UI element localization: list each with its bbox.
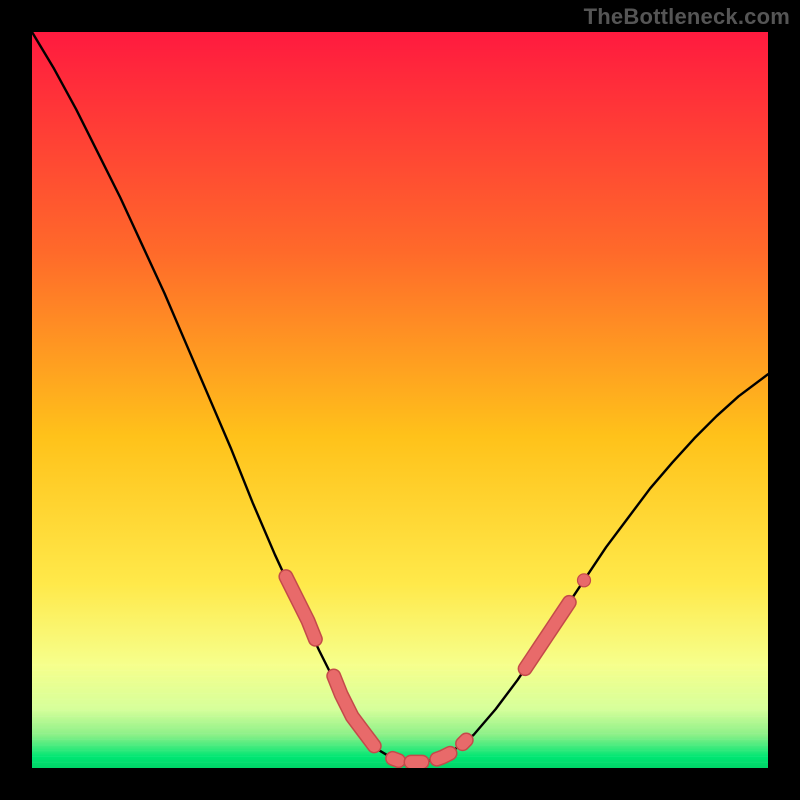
watermark-text: TheBottleneck.com [584, 4, 790, 30]
chart-svg [32, 32, 768, 768]
curve-marker [463, 740, 467, 744]
marker-group-4 [437, 753, 450, 759]
marker-group-7 [578, 574, 591, 587]
curve-marker [578, 574, 591, 587]
plot-area [32, 32, 768, 768]
chart-stage: TheBottleneck.com [0, 0, 800, 800]
curve-marker [393, 758, 399, 760]
curve-marker [437, 753, 450, 759]
marker-group-5 [463, 740, 467, 744]
marker-group-2 [393, 758, 399, 760]
